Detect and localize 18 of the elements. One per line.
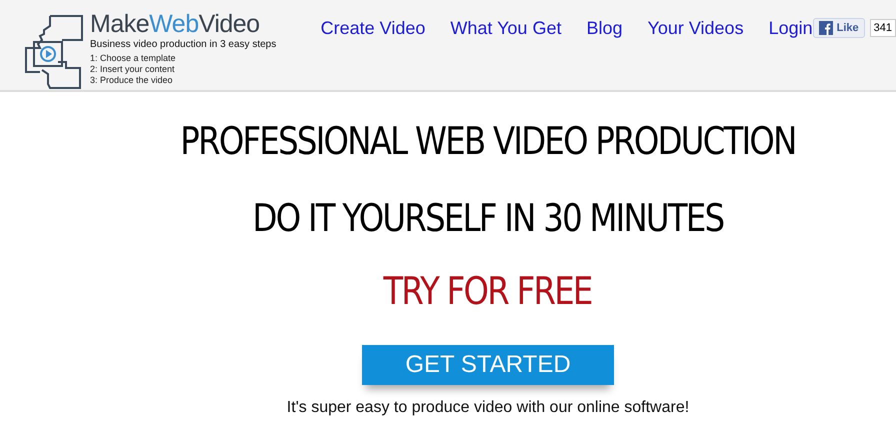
step-text: 2: Insert your content (90, 64, 176, 75)
step-text: 3: Produce the video (90, 75, 174, 86)
nav-link[interactable]: Your Videos (647, 18, 744, 39)
logo-text: MakeWebVideo (90, 10, 261, 38)
note-text: It's super easy to produce video with our online software! (286, 399, 690, 417)
headline: DO IT YOURSELF IN 30 MINUTES (252, 195, 724, 242)
like-count: 341 (870, 19, 896, 37)
like-button[interactable]: Like (812, 18, 865, 38)
headline: PROFESSIONAL WEB VIDEO PRODUCTION (180, 118, 796, 165)
get-started-button[interactable]: GET STARTED (362, 345, 614, 385)
step-text: 1: Choose a template (90, 53, 177, 64)
tagline: Business video production in 3 easy steps (90, 39, 276, 50)
nav-link[interactable]: Create Video (320, 18, 426, 39)
nav-link[interactable]: Login (768, 18, 813, 39)
nav-link[interactable]: Blog (586, 18, 622, 39)
facebook-icon (818, 21, 833, 35)
nav-link[interactable]: What You Get (450, 18, 562, 39)
offer-text: TRY FOR FREE (384, 268, 592, 315)
